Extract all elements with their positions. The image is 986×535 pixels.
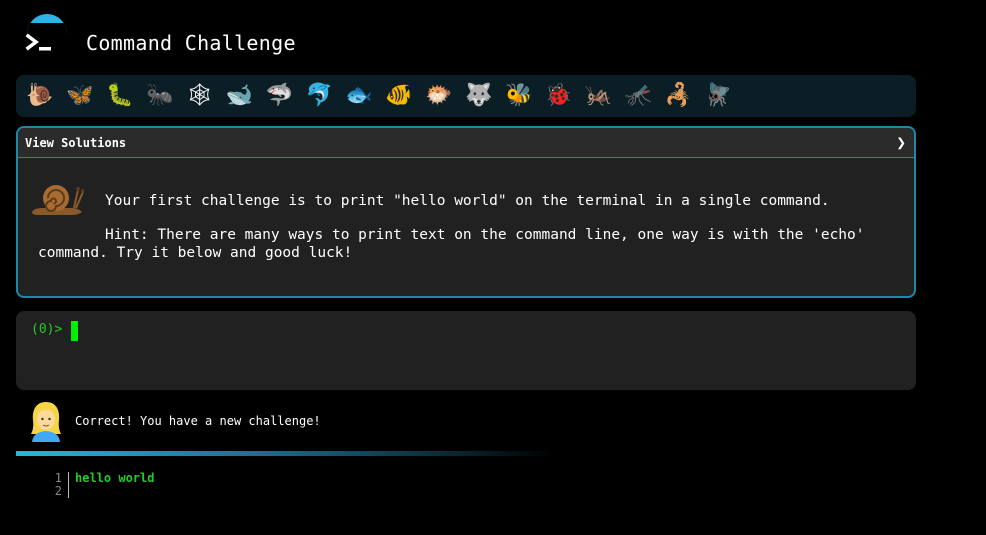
dolphin-icon[interactable]: 🐬: [303, 80, 335, 112]
challenge-body: Your first challenge is to print "hello …: [18, 158, 914, 296]
feedback-message: Correct! You have a new challenge!: [28, 400, 321, 442]
page: Command Challenge 🐌 🦋 🐛 🐜 🕸 🐋 🦈 🐬 🐟 🐠 🐡 🐺 🐝 🐞 🦗 🦟 🦂 🪰 Vie…: [0, 0, 986, 535]
page-title: Command Challenge: [86, 31, 296, 55]
scorpion-icon[interactable]: 🦂: [662, 80, 694, 112]
wolf-icon[interactable]: 🐺: [463, 80, 495, 112]
feedback-divider: [16, 451, 556, 456]
challenge-description: Your first challenge is to print "hello …: [105, 193, 830, 209]
mosquito-icon[interactable]: 🦟: [622, 80, 654, 112]
terminal-prompt: (0)>: [31, 322, 63, 337]
line-text: [69, 485, 75, 498]
chevron-right-icon[interactable]: ❯: [896, 133, 906, 152]
output-line: 2: [40, 485, 154, 498]
tropical-fish-icon[interactable]: 🐠: [383, 80, 415, 112]
spider-web-icon[interactable]: 🕸: [184, 80, 216, 112]
bee-icon[interactable]: 🐝: [503, 80, 535, 112]
challenge-panel: View Solutions ❯ Your first challenge is…: [16, 126, 916, 298]
view-solutions-label: View Solutions: [25, 135, 127, 150]
blowfish-icon[interactable]: 🐡: [423, 80, 455, 112]
terminal-cursor: [71, 321, 78, 341]
fly-icon[interactable]: 🪰: [702, 80, 734, 112]
butterfly-icon[interactable]: 🦋: [64, 80, 96, 112]
feedback-text: Correct! You have a new challenge!: [75, 414, 321, 428]
terminal-input-area[interactable]: (0)>: [16, 311, 916, 390]
lady-beetle-icon[interactable]: 🐞: [543, 80, 575, 112]
challenge-hint: Hint: There are many ways to print text …: [38, 227, 865, 261]
animal-selector-bar: 🐌 🦋 🐛 🐜 🕸 🐋 🦈 🐬 🐟 🐠 🐡 🐺 🐝 🐞 🦗 🦟 🦂 🪰: [16, 75, 916, 117]
bug-icon[interactable]: 🐛: [104, 80, 136, 112]
view-solutions-toggle[interactable]: View Solutions ❯: [18, 128, 914, 158]
cricket-icon[interactable]: 🦗: [582, 80, 614, 112]
line-number: 2: [40, 485, 69, 498]
snail-icon[interactable]: 🐌: [24, 80, 56, 112]
snail-icon: [32, 185, 84, 215]
line-text: hello world: [75, 471, 155, 485]
shark-icon[interactable]: 🦈: [263, 80, 295, 112]
terminal-output: 1 hello world 2: [40, 472, 154, 498]
fish-icon[interactable]: 🐟: [343, 80, 375, 112]
whale-icon[interactable]: 🐋: [223, 80, 255, 112]
woman-icon: [31, 402, 61, 442]
terminal-prompt-icon: [25, 33, 51, 51]
header: Command Challenge: [24, 27, 296, 59]
ant-icon[interactable]: 🐜: [144, 80, 176, 112]
